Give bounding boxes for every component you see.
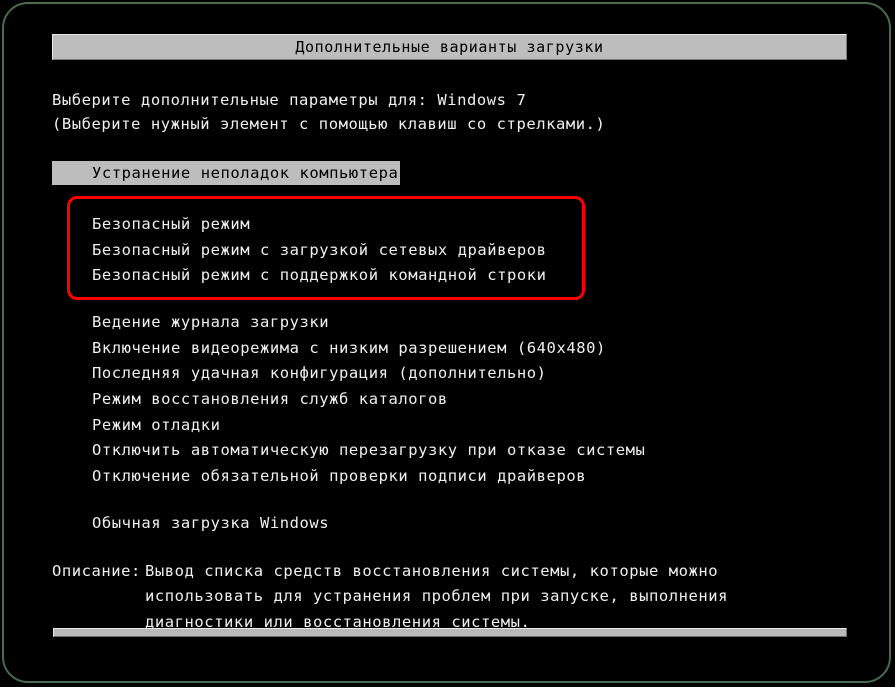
- description-line-2: использовать для устранения проблем при …: [145, 587, 729, 605]
- menu-item-low-resolution-video[interactable]: Включение видеорежима с низким разрешени…: [92, 336, 606, 360]
- menu-item-safe-mode-command-prompt[interactable]: Безопасный режим с поддержкой командной …: [92, 263, 547, 287]
- page-title: Дополнительные варианты загрузки: [295, 38, 604, 56]
- menu-item-disable-automatic-restart[interactable]: Отключить автоматическую перезагрузку пр…: [92, 438, 645, 462]
- window-title-bar: Дополнительные варианты загрузки: [52, 34, 847, 60]
- menu-item-safe-mode-networking[interactable]: Безопасный режим с загрузкой сетевых дра…: [92, 238, 547, 262]
- menu-item-debugging-mode[interactable]: Режим отладки: [92, 413, 220, 437]
- menu-item-boot-logging[interactable]: Ведение журнала загрузки: [92, 310, 329, 334]
- menu-item-safe-mode[interactable]: Безопасный режим: [92, 212, 250, 236]
- status-bar: [53, 628, 847, 637]
- menu-item-last-known-good-configuration[interactable]: Последняя удачная конфигурация (дополнит…: [92, 361, 547, 385]
- menu-item-troubleshoot-selected[interactable]: Устранение неполадок компьютера: [52, 161, 401, 185]
- menu-item-start-windows-normally[interactable]: Обычная загрузка Windows: [92, 511, 329, 535]
- description-label: Описание:: [52, 562, 141, 580]
- menu-item-disable-driver-signature-enforcement[interactable]: Отключение обязательной проверки подписи…: [92, 464, 586, 488]
- intro-line-2: (Выберите нужный элемент с помощью клави…: [52, 115, 606, 133]
- menu-item-directory-services-restore-mode[interactable]: Режим восстановления служб каталогов: [92, 387, 448, 411]
- intro-line-1: Выберите дополнительные параметры для: W…: [52, 91, 527, 109]
- boot-options-screen: Дополнительные варианты загрузки Выберит…: [0, 0, 895, 687]
- menu-item-troubleshoot-label: Устранение неполадок компьютера: [92, 164, 399, 182]
- description-line-1: Вывод списка средств восстановления сист…: [145, 562, 719, 580]
